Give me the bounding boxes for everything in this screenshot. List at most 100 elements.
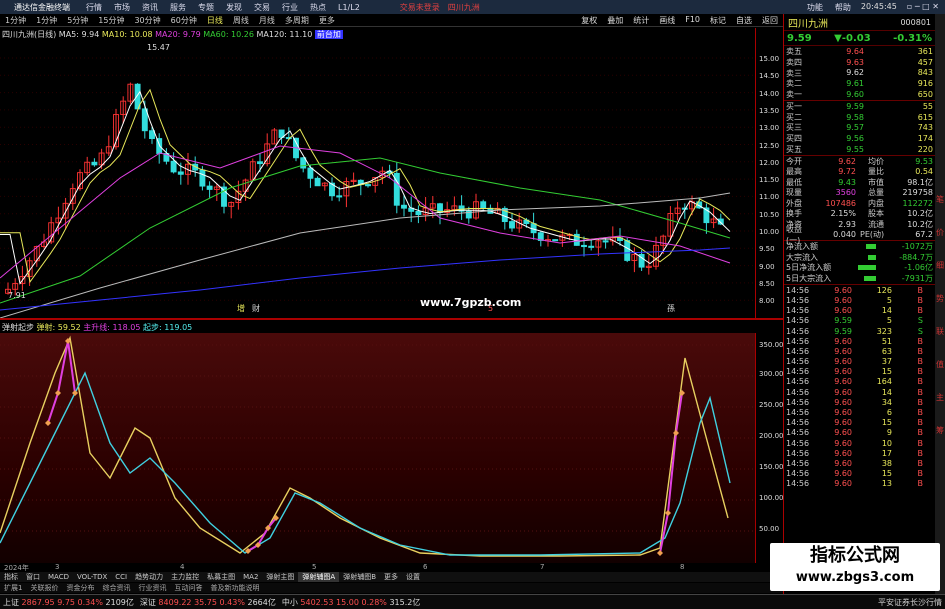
ind-tab[interactable]: MACD [44, 573, 73, 581]
period-tab[interactable]: 15分钟 [93, 15, 129, 26]
period-tab[interactable]: 30分钟 [129, 15, 165, 26]
menu-faxian[interactable]: 发现 [220, 2, 248, 13]
bid-row[interactable]: 买二 9.58 615 [784, 112, 935, 123]
tool-fuquan[interactable]: 复权 [576, 15, 602, 26]
price-tick: 9.00 [759, 263, 775, 271]
ask-row[interactable]: 卖三 9.62 843 [784, 68, 935, 79]
stat-row: 现量 3560 总量 219758 [786, 188, 933, 198]
ask-row[interactable]: 卖一 9.60 650 [784, 89, 935, 100]
date-axis: 2024年 3 4 5 6 7 8 [0, 563, 755, 572]
ask-row[interactable]: 卖二 9.61 916 [784, 78, 935, 89]
tool-huaxian[interactable]: 画线 [654, 15, 680, 26]
price-axis: 15.00 14.50 14.00 13.50 13.00 12.50 12.0… [755, 28, 783, 318]
ind-tab-selected[interactable]: 弹射辅图A [298, 572, 340, 582]
side-tab[interactable]: 联 [936, 326, 944, 337]
info-tab[interactable]: 普及新功能说明 [206, 583, 263, 593]
bid-row[interactable]: 买四 9.56 174 [784, 133, 935, 144]
period-tab[interactable]: 1分钟 [0, 15, 31, 26]
quote-panel: 四川九洲 000801 9.59 ▼-0.03 -0.31% 卖五 9.64 361… [783, 14, 935, 594]
tool-zixuan[interactable]: 自选 [731, 15, 757, 26]
stat-row: 外盘 107486 内盘 112272 [786, 198, 933, 208]
ind-tab[interactable]: 设置 [402, 572, 424, 582]
info-tab[interactable]: 综合资讯 [98, 583, 134, 593]
side-tab[interactable]: 筹 [936, 425, 944, 436]
legend-ma10: MA10: 10.08 [101, 30, 153, 39]
index-zx[interactable]: 中小 5402.53 15.00 0.28% 315.2亿 [279, 597, 424, 608]
side-tab[interactable]: 主 [936, 392, 944, 403]
ask-row[interactable]: 卖四 9.63 457 [784, 57, 935, 68]
info-tab[interactable]: 行业资讯 [134, 583, 170, 593]
menu-redian[interactable]: 热点 [304, 2, 332, 13]
ind-tab[interactable]: 指标 [0, 572, 22, 582]
info-tab[interactable]: 互动问答 [170, 583, 206, 593]
candlestick-chart[interactable]: 15.47 7.91 增 财 5 孫 [0, 28, 755, 318]
stock-code: 000801 [900, 17, 931, 27]
window-controls[interactable]: ▫ ─ □ ✕ [901, 2, 945, 13]
menu-zhuanti[interactable]: 专题 [192, 2, 220, 13]
menu-l1l2[interactable]: L1/L2 [332, 3, 366, 12]
tool-fanhui[interactable]: 返回 [757, 15, 783, 26]
side-tab[interactable]: 价 [936, 227, 944, 238]
period-tab-daily[interactable]: 日线 [202, 15, 228, 26]
legend-ma20: MA20: 9.79 [155, 30, 201, 39]
ask-row[interactable]: 卖五 9.64 361 [784, 46, 935, 57]
side-tab[interactable]: 势 [936, 293, 944, 304]
trade-login-notice[interactable]: 交易未登录 [396, 2, 444, 13]
ind-tab[interactable]: 更多 [380, 572, 402, 582]
index-sz[interactable]: 深证 8409.22 35.75 0.43% 2664亿 [137, 597, 279, 608]
ind-tab[interactable]: VOL-TDX [73, 573, 111, 581]
menu-shichang[interactable]: 市场 [108, 2, 136, 13]
menu-gongneng[interactable]: 功能 [801, 2, 829, 13]
stock-name: 四川九洲 [788, 18, 828, 30]
ind-tick: 300.00 [759, 370, 784, 378]
period-tab[interactable]: 1分钟 [31, 15, 62, 26]
ind-tab[interactable]: 主力监控 [167, 572, 203, 582]
side-tab[interactable]: 笔 [936, 194, 944, 205]
tick-row: 14:56 9.60 9 B [786, 428, 923, 438]
panel-divider[interactable] [0, 318, 783, 320]
menu-hangqing[interactable]: 行情 [80, 2, 108, 13]
side-tab[interactable]: 细 [936, 260, 944, 271]
ind-tab[interactable]: MA2 [239, 573, 262, 581]
order-book-bids: 买一 9.59 55 买二 9.58 615 买三 9.57 743 买四 9.56 174 买… [784, 101, 935, 156]
indicator-chart[interactable] [0, 333, 755, 563]
tool-biaoji[interactable]: 标记 [705, 15, 731, 26]
tool-tongji[interactable]: 统计 [628, 15, 654, 26]
period-tab[interactable]: 多周期 [280, 15, 314, 26]
period-tab[interactable]: 5分钟 [62, 15, 93, 26]
ind-tab[interactable]: 弹射辅图B [339, 572, 380, 582]
tool-diejia[interactable]: 叠加 [602, 15, 628, 26]
info-tab[interactable]: 资金分布 [62, 583, 98, 593]
ind-tab[interactable]: 趋势动力 [131, 572, 167, 582]
menu-fuwu[interactable]: 服务 [164, 2, 192, 13]
period-tab[interactable]: 周线 [228, 15, 254, 26]
menu-hangye[interactable]: 行业 [276, 2, 304, 13]
index-sh[interactable]: 上证 2867.95 9.75 0.34% 2109亿 [0, 597, 137, 608]
info-tab[interactable]: 关联报价 [26, 583, 62, 593]
tool-f10[interactable]: F10 [680, 15, 705, 26]
side-tab[interactable]: 值 [936, 359, 944, 370]
bid-row[interactable]: 买五 9.55 220 [784, 144, 935, 155]
period-tab-more[interactable]: 更多 [314, 15, 340, 26]
info-tab[interactable]: 扩展1 [0, 583, 26, 593]
menu-bangzhu[interactable]: 帮助 [829, 2, 857, 13]
tick-row: 14:56 9.60 126 B [786, 285, 923, 295]
price-tick: 11.00 [759, 193, 780, 201]
menu-jiaoyi[interactable]: 交易 [248, 2, 276, 13]
tick-row: 14:56 9.60 34 B [786, 397, 923, 407]
ind-tab[interactable]: CCI [111, 573, 131, 581]
watermark-logo: 指标公式网 www.zbgs3.com [770, 543, 940, 591]
period-tab[interactable]: 月线 [254, 15, 280, 26]
tick-row: 14:56 9.59 323 S [786, 326, 923, 336]
menu-zixun[interactable]: 资讯 [136, 2, 164, 13]
bid-row[interactable]: 买一 9.59 55 [784, 101, 935, 112]
watermark-line2: www.zbgs3.com [795, 570, 915, 585]
ind-tab[interactable]: 私募主图 [203, 572, 239, 582]
bid-row[interactable]: 买三 9.57 743 [784, 123, 935, 134]
price-tick: 14.00 [759, 90, 780, 98]
price-tick: 8.50 [759, 280, 775, 288]
period-tab[interactable]: 60分钟 [166, 15, 202, 26]
ind-tab[interactable]: 弹射主图 [262, 572, 298, 582]
quote-title: 四川九洲 000801 [784, 14, 935, 31]
ind-tab[interactable]: 窗口 [22, 572, 44, 582]
